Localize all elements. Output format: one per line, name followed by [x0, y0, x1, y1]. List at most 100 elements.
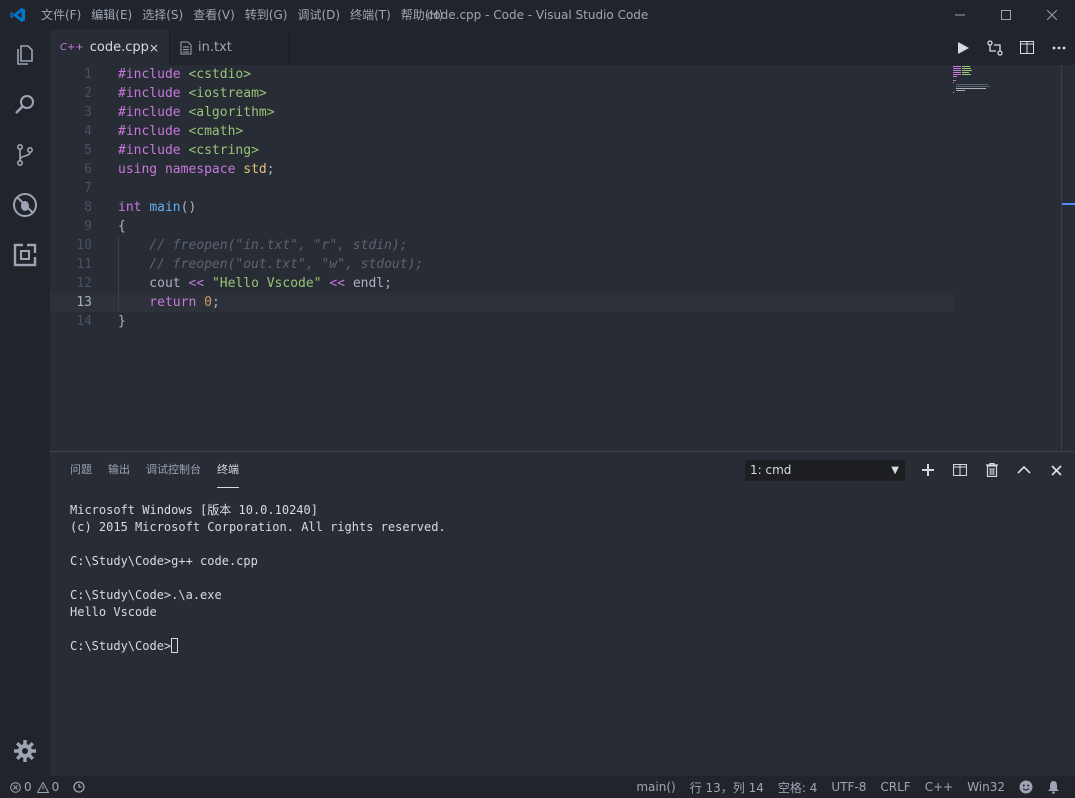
gear-icon	[14, 740, 36, 762]
menu-edit[interactable]: 编辑(E)	[86, 0, 137, 30]
code-line: 10 // freopen("in.txt", "r", stdin);	[50, 236, 953, 255]
close-tab-icon[interactable]: ×	[149, 41, 159, 55]
search-icon	[15, 95, 34, 114]
language-mode[interactable]: C++	[925, 780, 954, 794]
explorer-button[interactable]	[0, 30, 50, 80]
line-number: 11	[76, 257, 92, 272]
current-function[interactable]: main()	[636, 780, 675, 794]
tab-problems[interactable]: 问题	[70, 452, 92, 488]
settings-button[interactable]	[0, 726, 50, 776]
menu-selection[interactable]: 选择(S)	[137, 0, 188, 30]
warning-icon	[36, 781, 49, 793]
code-line: 2 #include <iostream>	[50, 84, 953, 103]
files-icon	[17, 45, 33, 65]
line-number: 6	[84, 162, 92, 177]
code-editor[interactable]: 1 #include <cstdio> 2 #include <iostream> …	[50, 65, 1075, 451]
code-text: #include <cmath>	[118, 124, 244, 139]
terminal-line: C:\Study\Code>g++ code.cpp	[70, 554, 258, 568]
more-actions-button[interactable]	[1043, 30, 1075, 65]
platform[interactable]: Win32	[967, 780, 1005, 794]
chevron-up-icon	[1017, 466, 1031, 474]
error-count: 0	[24, 780, 32, 794]
maximize-panel-button[interactable]	[1008, 452, 1040, 488]
terminal-line: Microsoft Windows [版本 10.0.10240]	[70, 503, 318, 517]
line-number: 14	[76, 314, 92, 329]
minimap[interactable]	[950, 65, 1010, 105]
terminal-prompt: C:\Study\Code>	[70, 639, 172, 653]
bell-icon	[1048, 781, 1059, 794]
terminal-prompt-line: C:\Study\Code>	[70, 638, 446, 655]
extensions-button[interactable]	[0, 230, 50, 280]
code-line: 9{	[50, 217, 953, 236]
terminal-select[interactable]: 1: cmd ▼	[745, 460, 905, 481]
close-icon	[1047, 10, 1057, 20]
editor-overview-ruler[interactable]	[1061, 65, 1062, 451]
code-text: int main()	[118, 200, 197, 215]
code-line: 8 int main()	[50, 198, 953, 217]
tab-debug-console[interactable]: 调试控制台	[146, 452, 201, 488]
text-file-icon	[180, 41, 192, 54]
bottom-panel: 问题 输出 调试控制台 终端 1: cmd ▼ Microsoft Window…	[50, 451, 1075, 776]
notifications-button[interactable]	[1047, 780, 1060, 794]
terminal-output[interactable]: Microsoft Windows [版本 10.0.10240] (c) 20…	[70, 502, 446, 655]
open-changes-button[interactable]	[979, 30, 1011, 65]
menu-file[interactable]: 文件(F)	[36, 0, 86, 30]
terminal-line: C:\Study\Code>.\a.exe	[70, 588, 222, 602]
close-window-button[interactable]	[1029, 0, 1075, 30]
cursor-position[interactable]: 行 13，列 14	[690, 779, 764, 796]
terminal-cursor	[171, 638, 179, 653]
tab-terminal[interactable]: 终端	[217, 452, 239, 488]
problems-status[interactable]: 0 0	[10, 780, 59, 794]
status-bar: 0 0 main() 行 13，列 14 空格: 4 UTF-8 CRLF C+…	[0, 776, 1075, 798]
split-terminal-button[interactable]	[944, 452, 976, 488]
maximize-button[interactable]	[983, 0, 1029, 30]
tab-code-cpp[interactable]: C++ code.cpp ×	[50, 30, 170, 65]
tab-in-txt[interactable]: in.txt	[170, 30, 290, 65]
warning-count: 0	[51, 780, 60, 794]
minimize-button[interactable]	[937, 0, 983, 30]
code-line: 1 #include <cstdio>	[50, 65, 953, 84]
editor-actions	[947, 30, 1075, 65]
line-number: 10	[76, 238, 92, 253]
terminal-line: (c) 2015 Microsoft Corporation. All righ…	[70, 520, 446, 534]
code-line: 3 #include <algorithm>	[50, 103, 953, 122]
indentation[interactable]: 空格: 4	[778, 779, 818, 796]
code-line: 7	[50, 179, 953, 198]
split-icon	[953, 464, 967, 476]
line-number: 4	[84, 124, 92, 139]
encoding[interactable]: UTF-8	[831, 780, 866, 794]
terminal-line: Hello Vscode	[70, 605, 157, 619]
debug-button[interactable]	[0, 180, 50, 230]
split-editor-icon	[1020, 41, 1034, 54]
feedback-button[interactable]	[1019, 780, 1033, 794]
menu-terminal[interactable]: 终端(T)	[345, 0, 396, 30]
menu-go[interactable]: 转到(G)	[240, 0, 293, 30]
search-button[interactable]	[0, 80, 50, 130]
menu-view[interactable]: 查看(V)	[188, 0, 240, 30]
source-control-button[interactable]	[0, 130, 50, 180]
maximize-icon	[1001, 10, 1011, 20]
tab-output[interactable]: 输出	[108, 452, 130, 488]
history-status[interactable]	[73, 781, 85, 793]
kill-terminal-button[interactable]	[976, 452, 1008, 488]
close-icon	[1050, 464, 1062, 476]
menu-debug[interactable]: 调试(D)	[292, 0, 345, 30]
activity-bar	[0, 30, 50, 776]
code-text: // freopen("out.txt", "w", stdout);	[118, 257, 424, 272]
split-editor-button[interactable]	[1011, 30, 1043, 65]
close-panel-button[interactable]	[1040, 452, 1072, 488]
menu-help[interactable]: 帮助(H)	[396, 0, 448, 30]
cpp-file-icon: C++	[60, 42, 84, 53]
run-button[interactable]	[947, 30, 979, 65]
terminal-select-value: 1: cmd	[750, 463, 792, 477]
status-left: 0 0	[10, 776, 92, 798]
code-text: #include <cstring>	[118, 143, 259, 158]
new-terminal-button[interactable]	[912, 452, 944, 488]
code-line: 12 cout << "Hello Vscode" << endl;	[50, 274, 953, 293]
source-control-icon	[17, 143, 34, 166]
line-ending[interactable]: CRLF	[880, 780, 910, 794]
code-text: #include <algorithm>	[118, 105, 275, 120]
